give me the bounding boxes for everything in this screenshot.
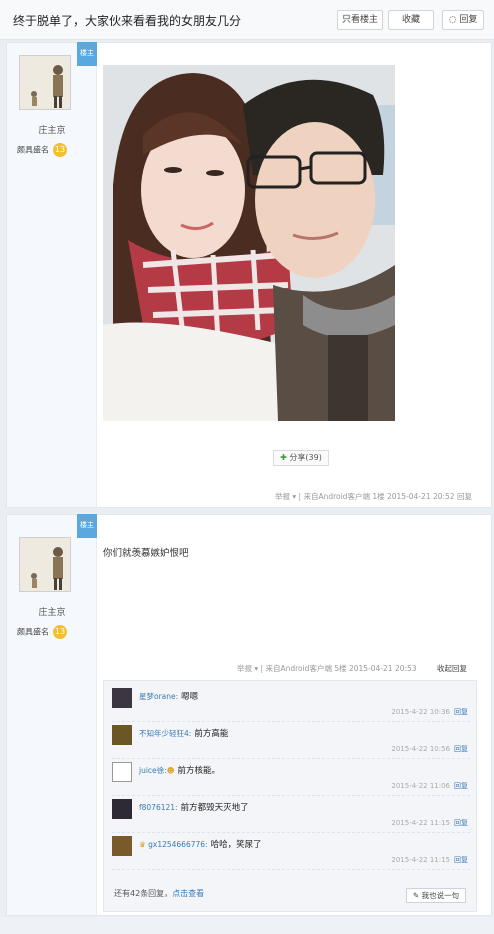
- avatar[interactable]: [19, 537, 71, 592]
- sub-reply-reply-button[interactable]: 回复: [454, 819, 468, 827]
- sub-reply-item: f8076121: 前方都毁天灭地了 2015-4-22 11:15 回复: [112, 796, 470, 833]
- sub-reply-time: 2015-4-22 11:15: [391, 819, 450, 827]
- sub-reply-time: 2015-4-22 11:06: [391, 782, 450, 790]
- post-floor-1: 楼主 庄主京 颇具盛名 13 ✚ 分享(39) 举报 ▾ | 来自Android…: [6, 42, 492, 508]
- post-content: 你们就羡慕嫉妒恨吧: [103, 548, 189, 559]
- thread-header: 终于脱单了，大家伙来看看我的女朋友几分 只看楼主 收藏 ◌ 回复: [0, 0, 494, 40]
- only-op-button[interactable]: 只看楼主: [337, 10, 383, 30]
- favorite-button[interactable]: 收藏: [388, 10, 434, 30]
- op-badge: 楼主: [77, 514, 97, 538]
- post-meta: 举报 ▾ | 来自Android客户端 1楼 2015-04-21 20:52 …: [275, 492, 472, 501]
- author-sidebar: 楼主 庄主京 颇具盛名 13: [7, 42, 97, 507]
- sub-reply-list: 星梦orane: 嗯嗯 2015-4-22 10:36 回复 不知年少轻狂4: 前方高…: [103, 680, 477, 912]
- level-label: 颇具盛名: [17, 627, 49, 637]
- sub-reply-author[interactable]: 星梦orane:: [139, 692, 178, 701]
- post-photo[interactable]: [103, 65, 395, 421]
- view-more-link[interactable]: 点击查看: [172, 889, 204, 898]
- level-badge: 13: [53, 143, 67, 157]
- thread-title: 终于脱单了，大家伙来看看我的女朋友几分: [13, 14, 242, 28]
- sub-reply-time: 2015-4-22 10:36: [391, 708, 450, 716]
- share-label: 分享(39): [289, 453, 322, 462]
- say-label: 我也说一句: [421, 891, 460, 900]
- author-level: 颇具盛名 13: [17, 143, 67, 157]
- sub-reply-item: 不知年少轻狂4: 前方高能 2015-4-22 10:56 回复: [112, 722, 470, 759]
- level-label: 颇具盛名: [17, 145, 49, 155]
- reply-button-label: 回复: [459, 15, 478, 25]
- more-count: 42: [130, 889, 141, 898]
- author-level: 颇具盛名 13: [17, 625, 67, 639]
- share-button[interactable]: ✚ 分享(39): [273, 450, 329, 466]
- emoji-icon: ☻: [166, 766, 175, 775]
- sub-reply-author[interactable]: 不知年少轻狂4:: [139, 729, 191, 738]
- more-replies: 还有42条回复，点击查看: [114, 888, 204, 899]
- post-floor-5: 楼主 庄主京 颇具盛名 13 你们就羡慕嫉妒恨吧 举报 ▾ | 来自Android…: [6, 514, 492, 916]
- sub-reply-item: juice徐:☻ 前方核能。 2015-4-22 11:06 回复: [112, 759, 470, 796]
- sub-reply-text: 嗯嗯: [181, 692, 199, 702]
- avatar[interactable]: [112, 688, 132, 708]
- sub-reply-time: 2015-4-22 11:15: [391, 856, 450, 864]
- more-mid: 条回复，: [140, 889, 173, 898]
- author-name[interactable]: 庄主京: [7, 605, 97, 618]
- level-badge: 13: [53, 625, 67, 639]
- sub-reply-time: 2015-4-22 10:56: [391, 745, 450, 753]
- page-bottom: [0, 917, 494, 934]
- sub-reply-reply-button[interactable]: 回复: [454, 708, 468, 716]
- reply-icon: ◌: [448, 15, 457, 25]
- sub-reply-text: 前方高能: [194, 729, 229, 739]
- sub-reply-reply-button[interactable]: 回复: [454, 745, 468, 753]
- sub-reply-author[interactable]: f8076121:: [139, 803, 178, 812]
- author-name[interactable]: 庄主京: [7, 123, 97, 136]
- avatar[interactable]: [112, 836, 132, 856]
- sub-reply-author[interactable]: juice徐:: [139, 766, 167, 775]
- sub-reply-item: 星梦orane: 嗯嗯 2015-4-22 10:36 回复: [112, 685, 470, 722]
- op-badge: 楼主: [77, 42, 97, 66]
- plus-icon: ✚: [280, 453, 287, 462]
- author-sidebar: 楼主 庄主京 颇具盛名 13: [7, 514, 97, 915]
- vip-icon: ♛: [139, 840, 146, 849]
- collapse-replies-button[interactable]: 收起回复: [437, 663, 467, 674]
- sub-reply-text: 前方都毁天灭地了: [180, 803, 249, 813]
- post-meta: 举报 ▾ | 来自Android客户端 5楼 2015-04-21 20:53: [237, 664, 417, 673]
- sub-reply-reply-button[interactable]: 回复: [454, 856, 468, 864]
- say-something-button[interactable]: ✎ 我也说一句: [406, 888, 466, 903]
- sub-reply-text: 哈哈，笑尿了: [210, 840, 262, 850]
- avatar[interactable]: [112, 762, 132, 782]
- sub-reply-text: 前方核能。: [177, 766, 221, 776]
- sub-reply-item: ♛ gx1254666776: 哈哈，笑尿了 2015-4-22 11:15 回复: [112, 833, 470, 870]
- edit-icon: ✎: [412, 891, 420, 900]
- avatar[interactable]: [19, 55, 71, 110]
- reply-button[interactable]: ◌ 回复: [442, 10, 484, 30]
- avatar[interactable]: [112, 725, 132, 745]
- avatar[interactable]: [112, 799, 132, 819]
- sub-reply-reply-button[interactable]: 回复: [454, 782, 468, 790]
- more-prefix: 还有: [114, 889, 130, 898]
- sub-reply-author[interactable]: gx1254666776:: [148, 840, 207, 849]
